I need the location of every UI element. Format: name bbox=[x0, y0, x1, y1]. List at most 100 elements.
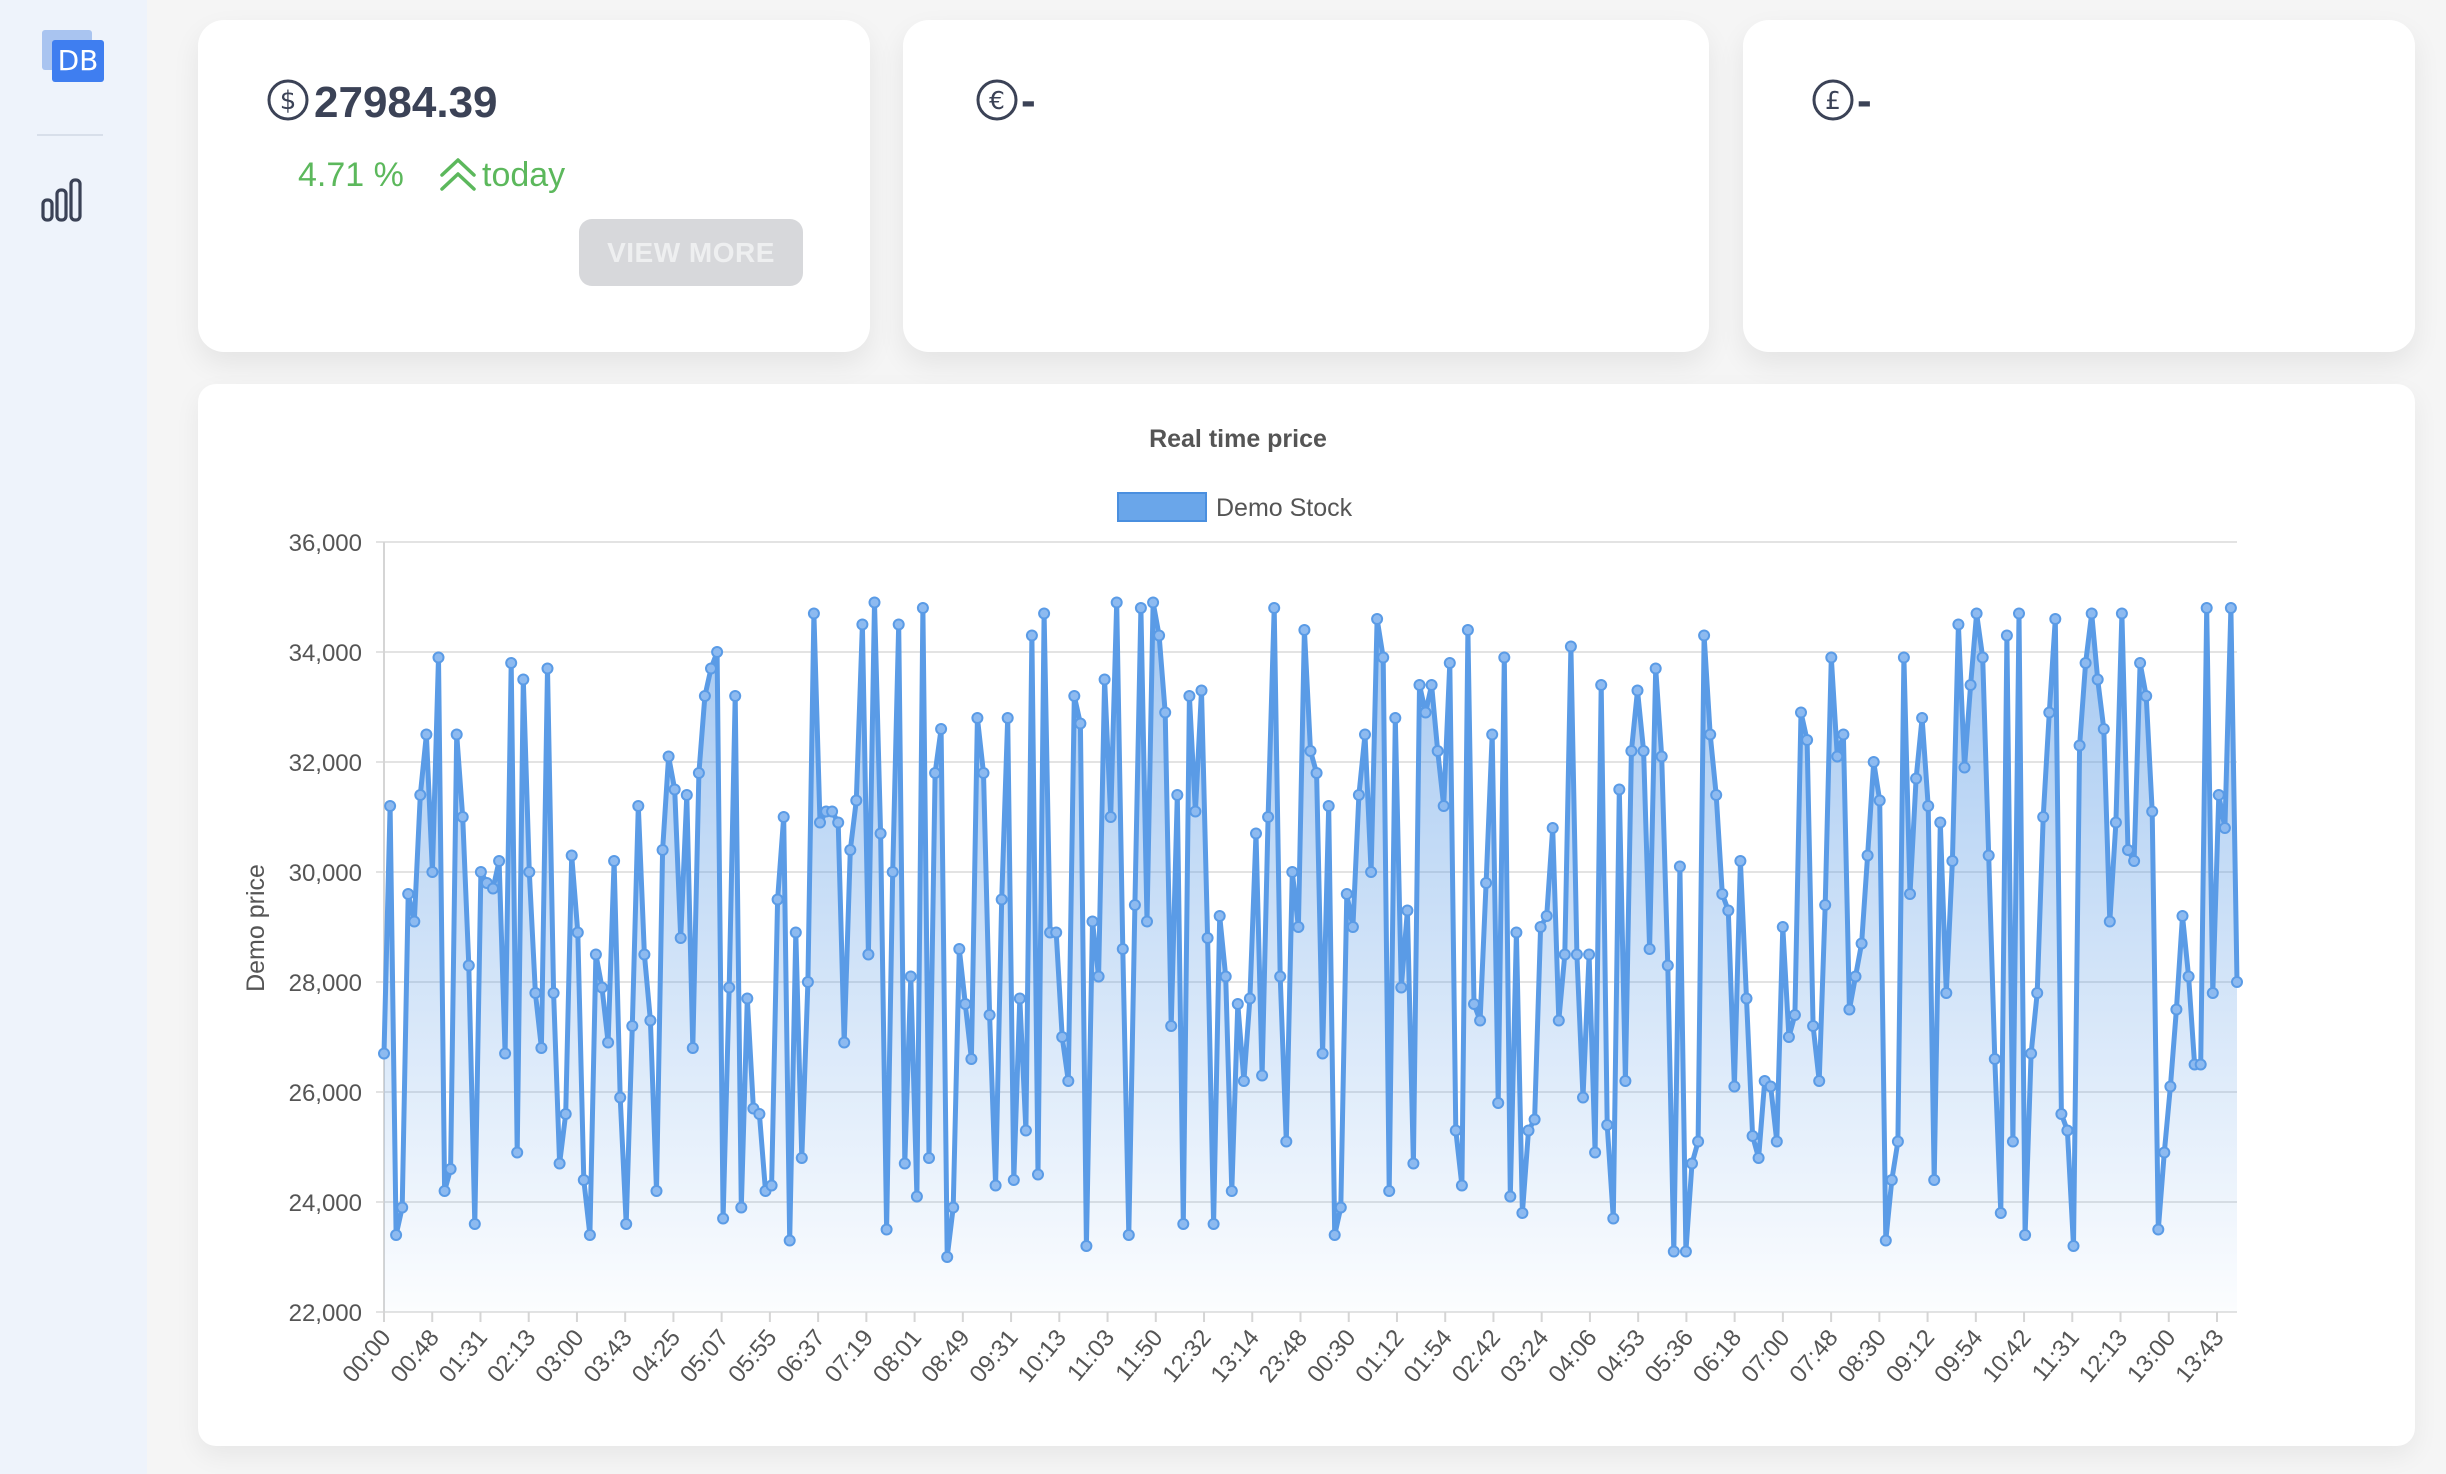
data-point[interactable] bbox=[1516, 1207, 1529, 1219]
data-point[interactable] bbox=[2158, 1146, 2171, 1159]
data-point[interactable] bbox=[1322, 800, 1335, 812]
data-point[interactable] bbox=[1110, 596, 1123, 609]
data-point[interactable] bbox=[789, 926, 802, 939]
data-point[interactable] bbox=[1922, 800, 1935, 812]
data-point[interactable] bbox=[2231, 976, 2243, 988]
data-point[interactable] bbox=[2224, 602, 2237, 614]
data-point[interactable] bbox=[2140, 690, 2153, 702]
data-point[interactable] bbox=[2218, 822, 2231, 834]
data-point[interactable] bbox=[1141, 915, 1153, 928]
data-point[interactable] bbox=[1474, 1014, 1487, 1027]
data-point[interactable] bbox=[620, 1218, 633, 1230]
data-point[interactable] bbox=[638, 948, 651, 961]
data-point[interactable] bbox=[583, 1229, 596, 1241]
data-point[interactable] bbox=[1207, 1218, 1220, 1230]
data-point[interactable] bbox=[614, 1091, 627, 1104]
data-point[interactable] bbox=[1401, 904, 1414, 917]
data-point[interactable] bbox=[596, 981, 608, 994]
data-point[interactable] bbox=[1025, 629, 1038, 642]
data-point[interactable] bbox=[1268, 602, 1281, 614]
data-point[interactable] bbox=[414, 789, 427, 801]
data-point[interactable] bbox=[541, 662, 554, 675]
data-point[interactable] bbox=[1849, 970, 1862, 983]
data-point[interactable] bbox=[2079, 657, 2092, 669]
data-point[interactable] bbox=[1637, 745, 1650, 757]
data-point[interactable] bbox=[505, 657, 518, 669]
data-point[interactable] bbox=[1425, 679, 1438, 691]
data-point[interactable] bbox=[1098, 673, 1111, 686]
data-point[interactable] bbox=[1128, 899, 1141, 911]
data-point[interactable] bbox=[826, 805, 839, 818]
data-point[interactable] bbox=[462, 959, 475, 972]
data-point[interactable] bbox=[1153, 629, 1166, 642]
data-point[interactable] bbox=[1116, 943, 1129, 955]
data-point[interactable] bbox=[729, 690, 742, 702]
data-point[interactable] bbox=[1013, 992, 1026, 1005]
data-point[interactable] bbox=[1867, 756, 1880, 768]
data-point[interactable] bbox=[499, 1047, 512, 1060]
data-point[interactable] bbox=[1916, 712, 1929, 724]
data-point[interactable] bbox=[1389, 712, 1402, 724]
data-point[interactable] bbox=[1655, 750, 1668, 763]
data-point[interactable] bbox=[1480, 877, 1493, 889]
data-point[interactable] bbox=[2091, 673, 2104, 686]
data-point[interactable] bbox=[1492, 1097, 1505, 1109]
data-point[interactable] bbox=[1619, 1075, 1632, 1087]
data-point[interactable] bbox=[1104, 811, 1117, 823]
data-point[interactable] bbox=[935, 723, 948, 735]
data-point[interactable] bbox=[384, 800, 397, 812]
data-point[interactable] bbox=[2194, 1058, 2207, 1071]
data-point[interactable] bbox=[1934, 816, 1947, 829]
data-point[interactable] bbox=[2006, 1135, 2019, 1148]
data-point[interactable] bbox=[1982, 849, 1995, 862]
data-point[interactable] bbox=[608, 855, 621, 867]
data-point[interactable] bbox=[2061, 1124, 2074, 1137]
data-point[interactable] bbox=[1855, 937, 1868, 950]
data-point[interactable] bbox=[444, 1163, 457, 1175]
data-point[interactable] bbox=[680, 789, 693, 801]
data-point[interactable] bbox=[1377, 651, 1390, 664]
data-point[interactable] bbox=[571, 926, 584, 939]
data-point[interactable] bbox=[1879, 1234, 1892, 1247]
data-point[interactable] bbox=[1897, 651, 1910, 664]
data-point[interactable] bbox=[2134, 657, 2147, 669]
data-point[interactable] bbox=[1522, 1124, 1535, 1137]
data-point[interactable] bbox=[2013, 607, 2025, 620]
data-point[interactable] bbox=[686, 1042, 699, 1054]
data-point[interactable] bbox=[2206, 987, 2219, 999]
data-point[interactable] bbox=[807, 607, 820, 620]
data-point[interactable] bbox=[765, 1179, 778, 1192]
data-point[interactable] bbox=[1734, 855, 1747, 867]
data-point[interactable] bbox=[1528, 1113, 1541, 1126]
data-point[interactable] bbox=[1570, 948, 1583, 961]
data-point[interactable] bbox=[2170, 1003, 2183, 1016]
data-point[interactable] bbox=[1262, 811, 1275, 823]
data-point[interactable] bbox=[1782, 1031, 1795, 1043]
data-point[interactable] bbox=[1056, 1031, 1069, 1043]
data-point[interactable] bbox=[2115, 607, 2128, 620]
legend-label[interactable]: Demo Stock bbox=[1216, 494, 1353, 522]
data-point[interactable] bbox=[1928, 1174, 1941, 1186]
data-point[interactable] bbox=[692, 767, 705, 779]
data-point[interactable] bbox=[1298, 624, 1311, 636]
data-point[interactable] bbox=[1225, 1185, 1238, 1197]
data-point[interactable] bbox=[705, 662, 717, 675]
data-point[interactable] bbox=[1770, 1135, 1783, 1148]
data-point[interactable] bbox=[2049, 613, 2062, 625]
data-point[interactable] bbox=[971, 712, 984, 724]
data-point[interactable] bbox=[1292, 921, 1305, 933]
data-point[interactable] bbox=[644, 1014, 657, 1027]
data-point[interactable] bbox=[1316, 1047, 1329, 1060]
data-point[interactable] bbox=[1692, 1135, 1705, 1148]
data-point[interactable] bbox=[1746, 1130, 1759, 1142]
data-point[interactable] bbox=[1595, 679, 1608, 691]
data-point[interactable] bbox=[1413, 679, 1426, 691]
data-point[interactable] bbox=[1776, 921, 1789, 933]
data-point[interactable] bbox=[1837, 728, 1850, 741]
data-point[interactable] bbox=[1068, 690, 1081, 702]
data-point[interactable] bbox=[2122, 844, 2134, 856]
data-point[interactable] bbox=[1613, 783, 1626, 796]
data-point[interactable] bbox=[2128, 855, 2141, 867]
data-point[interactable] bbox=[1952, 618, 1965, 631]
data-point[interactable] bbox=[650, 1185, 663, 1197]
